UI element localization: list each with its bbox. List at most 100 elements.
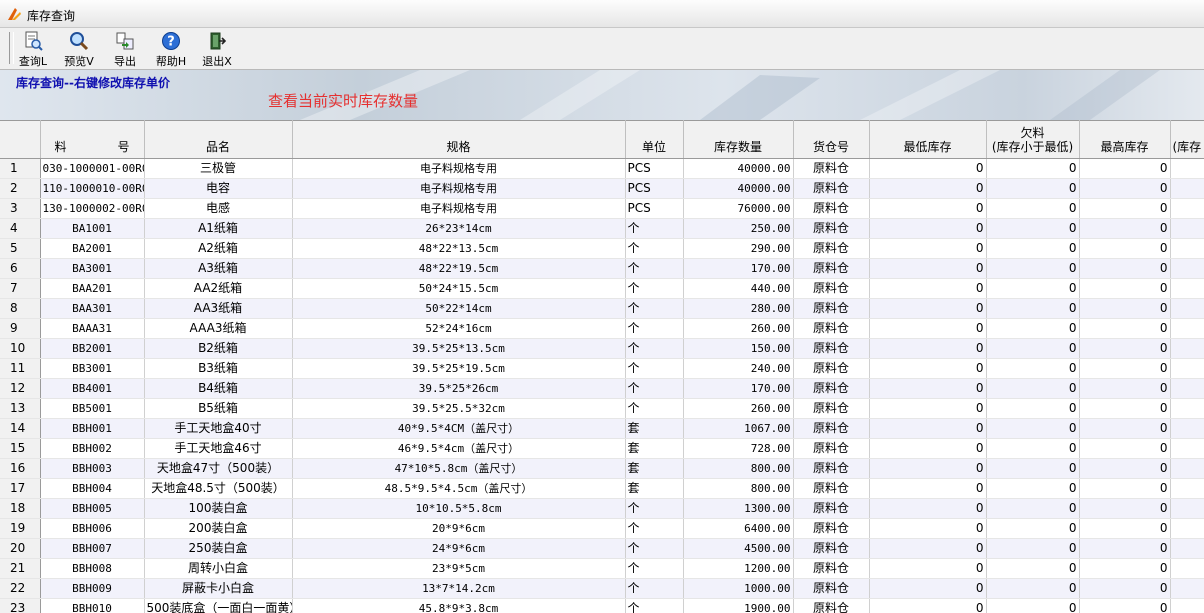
max-stock-cell[interactable]: 0	[1079, 478, 1171, 499]
row-number[interactable]: 10	[0, 338, 41, 359]
unit-cell[interactable]: 个	[625, 278, 684, 299]
warehouse-cell[interactable]: 原料仓	[793, 238, 870, 259]
quantity-cell[interactable]: 280.00	[683, 298, 794, 319]
row-number[interactable]: 14	[0, 418, 41, 439]
item-name-cell[interactable]: 周转小白盒	[144, 558, 293, 579]
row-number[interactable]: 12	[0, 378, 41, 399]
row-number[interactable]: 6	[0, 258, 41, 279]
item-code-cell[interactable]: BB3001	[40, 358, 145, 379]
table-row[interactable]: 14 BBH001 手工天地盒40寸 40*9.5*4CM（盖尺寸）套 1067.00 原…	[0, 418, 1204, 439]
item-code-cell[interactable]: BBH007	[40, 538, 145, 559]
min-stock-cell[interactable]: 0	[869, 438, 987, 459]
item-name-cell[interactable]: B2纸箱	[144, 338, 293, 359]
row-number[interactable]: 7	[0, 278, 41, 299]
quantity-cell[interactable]: 1067.00	[683, 418, 794, 439]
table-row[interactable]: 16 BBH003 天地盒47寸（500装） 47*10*5.8cm（盖尺寸）套 800…	[0, 458, 1204, 479]
item-code-cell[interactable]: BBH003	[40, 458, 145, 479]
min-stock-cell[interactable]: 0	[869, 378, 987, 399]
quantity-cell[interactable]: 440.00	[683, 278, 794, 299]
item-code-cell[interactable]: BBH009	[40, 578, 145, 599]
max-stock-cell[interactable]: 0	[1079, 558, 1171, 579]
item-code-cell[interactable]: BB4001	[40, 378, 145, 399]
item-name-cell[interactable]: A3纸箱	[144, 258, 293, 279]
table-row[interactable]: 4 BA1001 A1纸箱 26*23*14cm 个 250.00 原料仓 0 0 0	[0, 218, 1204, 239]
code-column-header[interactable]: 料号	[40, 120, 145, 159]
min-stock-cell[interactable]: 0	[869, 518, 987, 539]
max-stock-cell[interactable]: 0	[1079, 178, 1171, 199]
extra-cell[interactable]	[1170, 598, 1204, 613]
warehouse-cell[interactable]: 原料仓	[793, 518, 870, 539]
item-name-cell[interactable]: 天地盒47寸（500装）	[144, 458, 293, 479]
shortage-cell[interactable]: 0	[986, 378, 1080, 399]
warehouse-cell[interactable]: 原料仓	[793, 358, 870, 379]
item-name-cell[interactable]: 200装白盒	[144, 518, 293, 539]
shortage-cell[interactable]: 0	[986, 358, 1080, 379]
shortage-cell[interactable]: 0	[986, 598, 1080, 613]
shortage-cell[interactable]: 0	[986, 558, 1080, 579]
max-stock-cell[interactable]: 0	[1079, 358, 1171, 379]
min-stock-cell[interactable]: 0	[869, 298, 987, 319]
quantity-cell[interactable]: 76000.00	[683, 198, 794, 219]
spec-cell[interactable]: 48*22*19.5cm	[292, 258, 626, 279]
shortage-cell[interactable]: 0	[986, 458, 1080, 479]
table-row[interactable]: 8 BAA301 AA3纸箱 50*22*14cm 个 280.00 原料仓 0 0 0	[0, 298, 1204, 319]
warehouse-cell[interactable]: 原料仓	[793, 418, 870, 439]
warehouse-cell[interactable]: 原料仓	[793, 458, 870, 479]
table-row[interactable]: 11 BB3001 B3纸箱 39.5*25*19.5cm 个 240.00 原料仓 0 0 0	[0, 358, 1204, 379]
item-code-cell[interactable]: BBH008	[40, 558, 145, 579]
warehouse-cell[interactable]: 原料仓	[793, 478, 870, 499]
table-row[interactable]: 10 BB2001 B2纸箱 39.5*25*13.5cm 个 150.00 原料仓 0 0 0	[0, 338, 1204, 359]
table-row[interactable]: 6 BA3001 A3纸箱 48*22*19.5cm 个 170.00 原料仓 0 0 0	[0, 258, 1204, 279]
extra-cell[interactable]	[1170, 178, 1204, 199]
row-number[interactable]: 4	[0, 218, 41, 239]
row-number[interactable]: 20	[0, 538, 41, 559]
spec-cell[interactable]: 47*10*5.8cm（盖尺寸）	[292, 458, 626, 479]
quantity-cell[interactable]: 250.00	[683, 218, 794, 239]
warehouse-cell[interactable]: 原料仓	[793, 538, 870, 559]
quantity-cell[interactable]: 728.00	[683, 438, 794, 459]
unit-cell[interactable]: 个	[625, 298, 684, 319]
quantity-cell[interactable]: 240.00	[683, 358, 794, 379]
table-row[interactable]: 17 BBH004 天地盒48.5寸（500装） 48.5*9.5*4.5cm（盖尺寸…	[0, 478, 1204, 499]
warehouse-cell[interactable]: 原料仓	[793, 178, 870, 199]
min-stock-cell[interactable]: 0	[869, 358, 987, 379]
spec-cell[interactable]: 23*9*5cm	[292, 558, 626, 579]
spec-cell[interactable]: 39.5*25*19.5cm	[292, 358, 626, 379]
extra-cell[interactable]	[1170, 458, 1204, 479]
warehouse-cell[interactable]: 原料仓	[793, 298, 870, 319]
shortage-cell[interactable]: 0	[986, 518, 1080, 539]
max-stock-cell[interactable]: 0	[1079, 598, 1171, 613]
spec-cell[interactable]: 13*7*14.2cm	[292, 578, 626, 599]
extra-cell[interactable]	[1170, 358, 1204, 379]
unit-cell[interactable]: 个	[625, 238, 684, 259]
spec-cell[interactable]: 46*9.5*4cm（盖尺寸）	[292, 438, 626, 459]
min-stock-cell[interactable]: 0	[869, 278, 987, 299]
item-name-cell[interactable]: 手工天地盒40寸	[144, 418, 293, 439]
max-stock-column-header[interactable]: 最高库存	[1079, 120, 1171, 159]
min-stock-cell[interactable]: 0	[869, 558, 987, 579]
unit-cell[interactable]: 个	[625, 518, 684, 539]
extra-cell[interactable]	[1170, 198, 1204, 219]
max-stock-cell[interactable]: 0	[1079, 278, 1171, 299]
unit-column-header[interactable]: 单位	[625, 120, 684, 159]
table-row[interactable]: 15 BBH002 手工天地盒46寸 46*9.5*4cm（盖尺寸）套 728.00 原料…	[0, 438, 1204, 459]
unit-cell[interactable]: 个	[625, 578, 684, 599]
warehouse-cell[interactable]: 原料仓	[793, 578, 870, 599]
row-number[interactable]: 22	[0, 578, 41, 599]
unit-cell[interactable]: 个	[625, 258, 684, 279]
table-row[interactable]: 21 BBH008 周转小白盒 23*9*5cm 个 1200.00 原料仓 0 0 0	[0, 558, 1204, 579]
item-name-cell[interactable]: AA2纸箱	[144, 278, 293, 299]
item-code-cell[interactable]: 130-1000002-00R0	[40, 198, 145, 219]
shortage-cell[interactable]: 0	[986, 438, 1080, 459]
extra-cell[interactable]	[1170, 318, 1204, 339]
max-stock-cell[interactable]: 0	[1079, 418, 1171, 439]
extra-cell[interactable]	[1170, 378, 1204, 399]
row-number[interactable]: 19	[0, 518, 41, 539]
min-stock-cell[interactable]: 0	[869, 258, 987, 279]
warehouse-cell[interactable]: 原料仓	[793, 498, 870, 519]
spec-cell[interactable]: 45.8*9*3.8cm	[292, 598, 626, 613]
item-code-cell[interactable]: BBH010	[40, 598, 145, 613]
row-number[interactable]: 1	[0, 158, 41, 179]
table-row[interactable]: 18 BBH005 100装白盒 10*10.5*5.8cm 个 1300.00 原料仓 0 0…	[0, 498, 1204, 519]
help-button[interactable]: ? 帮助H	[150, 31, 192, 68]
